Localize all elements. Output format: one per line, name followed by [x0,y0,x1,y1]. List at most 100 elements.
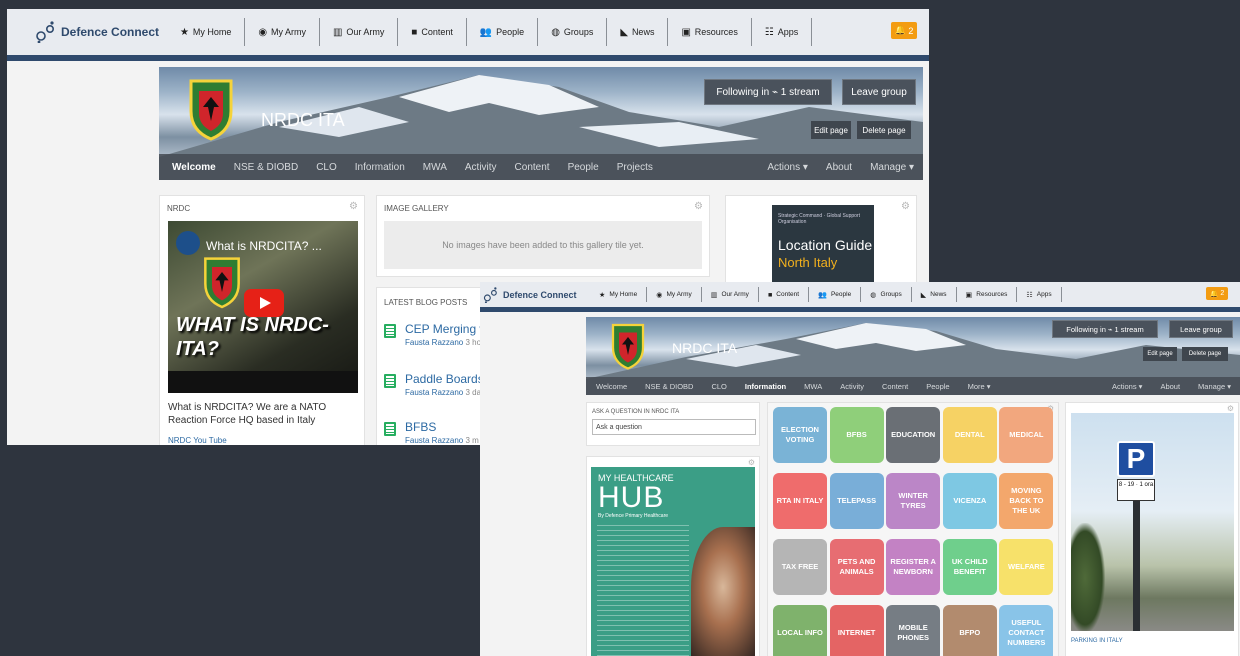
nav-groups[interactable]: ◍ Groups [538,18,608,46]
blog-post[interactable]: Paddle Boards Fausta Razzano 3 da [384,372,484,397]
nav-content[interactable]: ■ Content [398,18,467,46]
tab-clo[interactable]: CLO [307,162,346,173]
nav-resources[interactable]: ▣ Resources [668,18,752,46]
tab-mwa[interactable]: MWA [414,162,456,173]
tab-content[interactable]: Content [873,382,917,391]
document-icon [384,324,396,338]
nav-groups[interactable]: ◍ Groups [861,287,912,302]
healthcare-hub-banner[interactable]: MY HEALTHCARE HUB By Defence Primary Hea… [591,467,755,656]
gear-icon[interactable]: ⚙ [694,201,703,212]
nav-my-army[interactable]: ◉ My Army [245,18,320,46]
post-title[interactable]: Paddle Boards [405,372,484,386]
delete-page-button[interactable]: Delete page [857,121,911,139]
quick-link-tile[interactable]: MEDICAL [999,407,1054,463]
tab-people[interactable]: People [917,382,958,391]
gear-icon[interactable]: ⚙ [748,458,755,467]
nav-apps[interactable]: ☷ Apps [752,18,813,46]
post-author[interactable]: Fausta Razzano [405,436,463,445]
leave-group-button[interactable]: Leave group [842,79,916,105]
tab-about[interactable]: About [817,162,861,173]
post-author[interactable]: Fausta Razzano [405,338,463,347]
gear-icon[interactable]: ⚙ [349,201,358,212]
quick-link-tile[interactable]: VICENZA [942,473,997,529]
quick-link-tile[interactable]: UK CHILD BENEFIT [942,539,997,595]
manage-menu[interactable]: Manage ▾ [861,162,923,173]
nav-news[interactable]: ◣ News [912,287,957,302]
quick-link-tile[interactable]: TAX FREE [773,539,827,595]
post-title[interactable]: BFBS [405,420,479,434]
tab-clo[interactable]: CLO [702,382,735,391]
defence-connect-logo[interactable]: Defence Connect [7,21,167,43]
parking-photo[interactable]: P 8 - 19 · 1 ora [1071,413,1234,631]
nav-our-army[interactable]: ▥ Our Army [702,287,759,302]
gear-icon[interactable]: ⚙ [901,201,910,212]
tab-welcome[interactable]: Welcome [159,162,225,173]
nav-my-home[interactable]: ★ My Home [167,18,246,46]
actions-menu[interactable]: Actions ▾ [758,162,817,173]
edit-page-button[interactable]: Edit page [1143,347,1177,361]
nav-my-army[interactable]: ◉ My Army [647,287,702,302]
quick-link-tile[interactable]: USEFUL CONTACT NUMBERS [999,605,1054,656]
people-icon: 👥 [479,26,493,38]
tab-people[interactable]: People [559,162,608,173]
quick-link-tile[interactable]: TELEPASS [829,473,884,529]
photo-caption[interactable]: PARKING IN ITALY [1071,638,1123,644]
blog-post[interactable]: BFBS Fausta Razzano 3 m [384,420,479,445]
nav-label: Resources [694,27,738,37]
quick-link-tile[interactable]: PETS AND ANIMALS [829,539,884,595]
quick-link-tile[interactable]: DENTAL [942,407,997,463]
quick-link-tile[interactable]: ELECTION VOTING [773,407,827,463]
following-button[interactable]: Following in ⌁ 1 stream [1052,320,1158,338]
tab-mwa[interactable]: MWA [795,382,831,391]
notification-count: 2 [1220,290,1225,297]
group-tabs: Welcome NSE & DIOBD CLO Information MWA … [586,377,1240,395]
nav-news[interactable]: ◣ News [607,18,669,46]
leave-group-button[interactable]: Leave group [1169,320,1233,338]
quick-link-tile[interactable]: INTERNET [829,605,884,656]
quick-link-tile[interactable]: WINTER TYRES [886,473,941,529]
video-controls[interactable] [168,371,358,393]
tab-nse-diobd[interactable]: NSE & DIOBD [225,162,307,173]
manage-menu[interactable]: Manage ▾ [1189,382,1240,391]
nav-resources[interactable]: ▣ Resources [957,287,1018,302]
following-button[interactable]: Following in ⌁ 1 stream [704,79,832,105]
quick-link-tile[interactable]: BFPO [942,605,997,656]
quick-link-tile[interactable]: BFBS [829,407,884,463]
quick-link-tile[interactable]: RTA IN ITALY [773,473,827,529]
video-player[interactable]: What is NRDCITA? ... WHAT IS NRDC-ITA? [168,221,358,393]
tab-projects[interactable]: Projects [608,162,662,173]
defence-connect-logo[interactable]: Defence Connect [480,286,590,303]
quick-link-tile[interactable]: REGISTER A NEWBORN [886,539,941,595]
youtube-link[interactable]: NRDC You Tube [168,436,227,445]
tab-information[interactable]: Information [346,162,414,173]
gear-icon[interactable]: ⚙ [1227,404,1234,413]
sign-pole [1133,501,1140,631]
post-author[interactable]: Fausta Razzano [405,388,463,397]
tab-activity[interactable]: Activity [456,162,506,173]
blog-post[interactable]: CEP Merging wit Fausta Razzano 3 ho [384,322,494,347]
notifications-badge[interactable]: 🔔 2 [1206,287,1228,300]
more-menu[interactable]: More ▾ [959,382,1000,391]
tab-information[interactable]: Information [736,382,795,391]
quick-link-tile[interactable]: LOCAL INFO [773,605,827,656]
tab-activity[interactable]: Activity [831,382,873,391]
quick-link-tile[interactable]: MOBILE PHONES [886,605,941,656]
notifications-badge[interactable]: 🔔 2 [891,22,917,39]
nav-apps[interactable]: ☷ Apps [1017,287,1062,302]
nav-people[interactable]: 👥 People [467,18,539,46]
nav-our-army[interactable]: ▥ Our Army [320,18,399,46]
tab-about[interactable]: About [1151,382,1189,391]
ask-question-input[interactable]: Ask a question [592,419,756,435]
tab-nse-diobd[interactable]: NSE & DIOBD [636,382,702,391]
tab-welcome[interactable]: Welcome [586,382,636,391]
delete-page-button[interactable]: Delete page [1182,347,1228,361]
quick-link-tile[interactable]: MOVING BACK TO THE UK [999,473,1054,529]
edit-page-button[interactable]: Edit page [811,121,851,139]
nav-content[interactable]: ■ Content [759,287,810,302]
nav-people[interactable]: 👥 People [809,287,862,302]
nav-my-home[interactable]: ★ My Home [590,287,648,302]
quick-link-tile[interactable]: EDUCATION [886,407,941,463]
actions-menu[interactable]: Actions ▾ [1103,382,1151,391]
quick-link-tile[interactable]: WELFARE [999,539,1054,595]
tab-content[interactable]: Content [506,162,559,173]
